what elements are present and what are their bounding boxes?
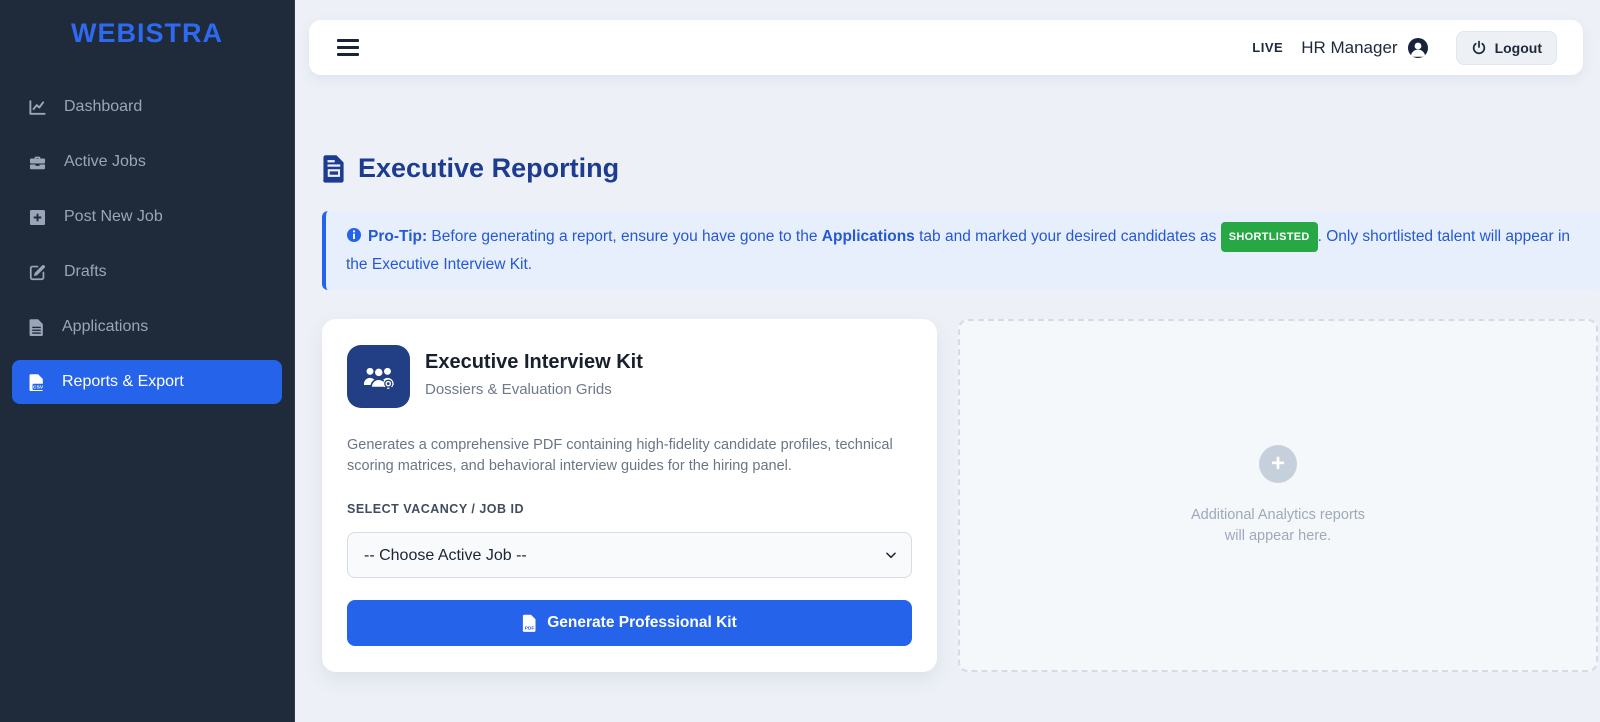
svg-text:PDF: PDF <box>525 625 535 631</box>
sidebar-item-label: Post New Job <box>64 208 163 225</box>
sidebar-item-label: Reports & Export <box>62 373 184 390</box>
job-select-wrap: -- Choose Active Job -- <box>347 532 912 578</box>
svg-text:CSV: CSV <box>33 384 44 390</box>
app-root: WEBISTRA Dashboard Active Jobs Post New … <box>0 0 1600 722</box>
power-icon <box>1472 40 1485 54</box>
page-content: Executive Reporting Pro-Tip: Before gene… <box>295 75 1600 672</box>
sidebar-item-drafts[interactable]: Drafts <box>12 250 282 294</box>
page-title: Executive Reporting <box>358 153 620 183</box>
user-chip[interactable]: HR Manager <box>1301 36 1429 60</box>
protip-text-2: tab and marked your desired candidates a… <box>914 228 1221 245</box>
reports-row: Executive Interview Kit Dossiers & Evalu… <box>322 319 1600 672</box>
info-circle-icon <box>347 228 361 242</box>
protip-text-1: Before generating a report, ensure you h… <box>427 228 822 245</box>
placeholder-line-2: will appear here. <box>1224 527 1332 544</box>
menu-toggle-button[interactable] <box>335 35 361 60</box>
analytics-placeholder-panel[interactable]: + Additional Analytics reports will appe… <box>958 319 1598 672</box>
kit-card-subtitle: Dossiers & Evaluation Grids <box>425 381 612 398</box>
sidebar: WEBISTRA Dashboard Active Jobs Post New … <box>0 0 295 722</box>
file-lines-icon <box>29 318 43 336</box>
topbar: LIVE HR Manager Logout <box>309 20 1583 75</box>
sidebar-item-label: Drafts <box>64 263 107 280</box>
plus-icon: + <box>1259 444 1297 483</box>
kit-card-titles: Executive Interview Kit Dossiers & Evalu… <box>425 345 643 398</box>
generate-kit-label: Generate Professional Kit <box>547 614 737 631</box>
main-area: LIVE HR Manager Logout Executive Reporti… <box>295 0 1600 722</box>
sidebar-item-label: Dashboard <box>64 98 143 115</box>
sidebar-item-applications[interactable]: Applications <box>12 305 282 349</box>
sidebar-item-post-new-job[interactable]: Post New Job <box>12 195 282 239</box>
sidebar-item-reports-export[interactable]: CSV Reports & Export <box>12 360 282 404</box>
kit-card-title: Executive Interview Kit <box>425 351 643 373</box>
sidebar-item-dashboard[interactable]: Dashboard <box>12 85 282 129</box>
kit-card-header: Executive Interview Kit Dossiers & Evalu… <box>347 345 912 408</box>
kit-card-description: Generates a comprehensive PDF containing… <box>347 437 893 474</box>
sidebar-nav: Dashboard Active Jobs Post New Job Draft… <box>0 85 294 404</box>
file-invoice-icon <box>323 155 344 183</box>
logout-button[interactable]: Logout <box>1455 30 1557 65</box>
briefcase-icon <box>29 156 46 169</box>
user-circle-icon <box>1407 37 1428 58</box>
chart-line-icon <box>29 99 46 115</box>
topbar-right: LIVE HR Manager Logout <box>1252 30 1557 65</box>
sidebar-item-label: Applications <box>62 318 149 335</box>
logout-label: Logout <box>1494 39 1542 56</box>
users-gear-icon <box>363 366 394 389</box>
generate-kit-button[interactable]: PDF Generate Professional Kit <box>347 600 912 646</box>
protip-bold-applications: Applications <box>821 228 915 245</box>
pen-square-icon <box>29 264 45 280</box>
file-pdf-icon: PDF <box>522 614 536 632</box>
sidebar-item-active-jobs[interactable]: Active Jobs <box>12 140 282 184</box>
job-select[interactable]: -- Choose Active Job -- <box>347 532 912 578</box>
file-csv-icon: CSV <box>29 373 44 391</box>
executive-interview-kit-card: Executive Interview Kit Dossiers & Evalu… <box>322 319 937 672</box>
page-title-row: Executive Reporting <box>322 153 1600 184</box>
protip-alert: Pro-Tip: Before generating a report, ens… <box>322 211 1600 290</box>
plus-square-icon <box>29 209 46 225</box>
live-status-badge: LIVE <box>1252 40 1284 55</box>
shortlisted-badge: SHORTLISTED <box>1220 222 1318 252</box>
users-gear-tile <box>347 345 410 408</box>
brand-logo: WEBISTRA <box>71 18 223 48</box>
placeholder-text: Additional Analytics reports will appear… <box>1191 505 1365 547</box>
user-name: HR Manager <box>1301 37 1398 57</box>
placeholder-line-1: Additional Analytics reports <box>1190 506 1366 523</box>
sidebar-item-label: Active Jobs <box>64 153 146 170</box>
protip-label: Pro-Tip: <box>368 228 428 245</box>
job-select-label: SELECT VACANCY / JOB ID <box>347 502 525 516</box>
